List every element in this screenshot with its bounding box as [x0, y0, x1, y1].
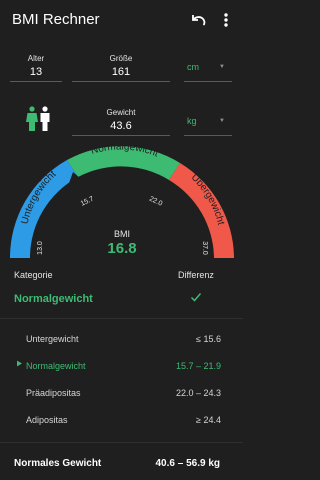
range-row-active: Normalgewicht 15.7 – 21.9 — [0, 354, 243, 378]
range-row: Untergewicht ≤ 15.6 — [0, 327, 243, 351]
app-bar: BMI Rechner — [0, 0, 243, 40]
weight-unit-underline — [184, 135, 232, 136]
divider — [0, 318, 243, 319]
gauge-tick-normal-start: 15.7 — [80, 196, 95, 208]
range-name: Untergewicht — [26, 334, 79, 344]
height-value: 161 — [111, 66, 131, 78]
undo-icon[interactable] — [187, 9, 209, 31]
weight-value: 43.6 — [110, 120, 132, 132]
height-underline — [72, 81, 170, 82]
caret-right-icon — [17, 360, 22, 367]
weight-field[interactable]: Gewicht 43.6 — [72, 106, 170, 136]
range-value: ≥ 24.4 — [196, 415, 221, 425]
height-unit-value: cm — [187, 62, 199, 72]
category-header: Kategorie — [14, 270, 53, 280]
app-title: BMI Rechner — [12, 11, 100, 28]
age-value: 13 — [29, 66, 43, 78]
age-label: Alter — [27, 54, 45, 63]
range-row: Präadipositas 22.0 – 24.3 — [0, 381, 243, 405]
range-row: Adipositas ≥ 24.4 — [0, 408, 243, 432]
range-value: ≤ 15.6 — [196, 334, 221, 344]
gauge-tick-max: 37.0 — [201, 241, 208, 255]
female-male-icon[interactable] — [24, 106, 52, 132]
more-vert-icon[interactable] — [219, 9, 233, 31]
bmi-value: 16.8 — [107, 240, 137, 257]
normal-weight-label: Normales Gewicht — [14, 458, 102, 469]
weight-unit-select[interactable]: kg ▼ — [184, 112, 232, 136]
range-name: Normalgewicht — [26, 361, 86, 371]
weight-unit-value: kg — [187, 116, 197, 126]
range-name: Adipositas — [26, 415, 68, 425]
gauge-tick-min: 13.0 — [37, 241, 44, 255]
height-field[interactable]: Größe 161 — [72, 52, 170, 82]
range-name: Präadipositas — [26, 388, 81, 398]
category-value: Normalgewicht — [14, 293, 93, 305]
age-underline — [10, 81, 62, 82]
height-unit-underline — [184, 81, 232, 82]
bmi-label: BMI — [113, 229, 130, 239]
normal-weight-value: 40.6 – 56.9 kg — [155, 458, 221, 469]
height-label: Größe — [109, 54, 133, 63]
range-value: 15.7 – 21.9 — [175, 361, 221, 371]
divider — [0, 442, 243, 443]
check-icon — [190, 293, 202, 302]
weight-label: Gewicht — [106, 108, 136, 117]
height-unit-select[interactable]: cm ▼ — [184, 58, 232, 82]
chevron-down-icon: ▼ — [219, 118, 225, 124]
difference-header: Differenz — [178, 270, 214, 280]
chevron-down-icon: ▼ — [219, 64, 225, 70]
range-value: 22.0 – 24.3 — [175, 388, 221, 398]
gauge-tick-normal-end: 22.0 — [148, 196, 163, 208]
weight-underline — [72, 135, 170, 136]
age-field[interactable]: Alter 13 — [10, 52, 62, 82]
